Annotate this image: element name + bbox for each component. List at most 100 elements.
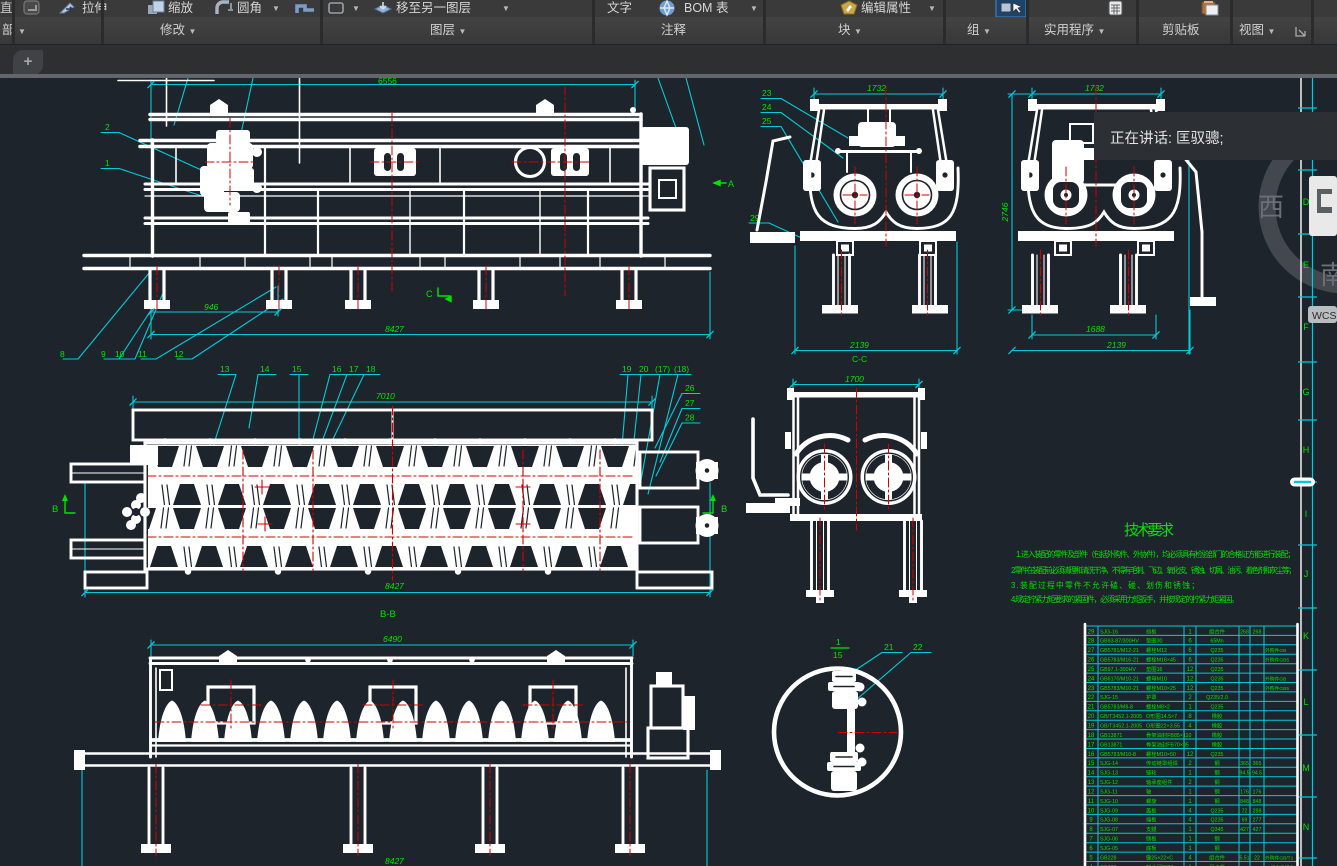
svg-text:1732: 1732 bbox=[867, 83, 886, 93]
svg-text:19: 19 bbox=[1088, 724, 1095, 730]
svg-text:GB5783/M10-21: GB5783/M10-21 bbox=[1100, 686, 1139, 692]
svg-text:橡胶: 橡胶 bbox=[1212, 712, 1223, 720]
svg-text:1: 1 bbox=[1188, 837, 1192, 843]
svg-text:1. 进入装配的零件及部件（包括外购件、外协件），均必须具有: 1. 进入装配的零件及部件（包括外购件、外协件），均必须具有检验部门的合格证方能… bbox=[1016, 549, 1295, 559]
svg-text:H: H bbox=[1303, 445, 1310, 455]
svg-text:12: 12 bbox=[1088, 789, 1095, 795]
svg-text:6: 6 bbox=[1188, 658, 1192, 664]
svg-text:钢: 钢 bbox=[1214, 835, 1219, 843]
svg-text:O形圈22×3.55: O形圈22×3.55 bbox=[1146, 722, 1180, 730]
svg-text:7: 7 bbox=[1089, 837, 1093, 843]
svg-text:15: 15 bbox=[1088, 761, 1095, 767]
svg-text:橡胶: 橡胶 bbox=[1212, 740, 1223, 748]
svg-text:8: 8 bbox=[1188, 714, 1192, 720]
svg-text:外购件GB: 外购件GB bbox=[1265, 647, 1286, 654]
svg-text:1: 1 bbox=[1188, 629, 1192, 635]
svg-text:Q235: Q235 bbox=[1211, 705, 1224, 711]
svg-text:A: A bbox=[728, 179, 734, 189]
svg-text:C: C bbox=[426, 289, 433, 299]
svg-text:J: J bbox=[1304, 569, 1309, 579]
svg-text:1: 1 bbox=[836, 637, 841, 647]
svg-text:B: B bbox=[721, 504, 727, 515]
svg-text:17: 17 bbox=[1088, 742, 1095, 748]
svg-text:WCS: WCS bbox=[1312, 310, 1337, 322]
svg-text:69: 69 bbox=[1242, 818, 1248, 824]
svg-text:8427: 8427 bbox=[385, 856, 404, 866]
svg-text:外购件GB: 外购件GB bbox=[1265, 675, 1286, 682]
svg-text:8: 8 bbox=[60, 349, 65, 359]
svg-text:15: 15 bbox=[292, 364, 302, 374]
svg-text:SJG-09: SJG-09 bbox=[1100, 808, 1118, 814]
svg-text:268: 268 bbox=[1240, 629, 1249, 635]
svg-text:2139: 2139 bbox=[1106, 340, 1126, 350]
svg-text:SJG-16: SJG-16 bbox=[1100, 629, 1118, 635]
svg-text:SJG-11: SJG-11 bbox=[1100, 789, 1118, 795]
svg-text:12: 12 bbox=[1187, 686, 1194, 692]
svg-text:轴承座组件: 轴承座组件 bbox=[1146, 778, 1173, 786]
svg-text:西: 西 bbox=[1258, 192, 1284, 222]
svg-text:4: 4 bbox=[1188, 724, 1192, 730]
svg-text:螺栓M8×2: 螺栓M8×2 bbox=[1146, 703, 1170, 711]
svg-text:传动链罩组焊: 传动链罩组焊 bbox=[1146, 759, 1178, 767]
svg-text:2: 2 bbox=[1188, 780, 1192, 786]
svg-text:25: 25 bbox=[762, 116, 772, 126]
svg-text:Q235: Q235 bbox=[1211, 676, 1224, 682]
svg-text:SJG-10: SJG-10 bbox=[1100, 799, 1118, 805]
svg-text:外购件GB5: 外购件GB5 bbox=[1265, 685, 1289, 692]
svg-text:94.5: 94.5 bbox=[1252, 771, 1262, 777]
svg-text:钢: 钢 bbox=[1214, 769, 1219, 777]
svg-text:10: 10 bbox=[115, 349, 125, 359]
svg-text:7010: 7010 bbox=[376, 391, 395, 401]
svg-text:SJG-15: SJG-15 bbox=[1100, 695, 1118, 701]
svg-text:4: 4 bbox=[1188, 818, 1192, 824]
svg-text:GB/T3452.1-2005: GB/T3452.1-2005 bbox=[1100, 724, 1142, 730]
svg-text:72: 72 bbox=[1242, 808, 1248, 814]
svg-text:65Mn: 65Mn bbox=[1210, 639, 1223, 645]
svg-text:13: 13 bbox=[220, 364, 230, 374]
svg-text:键25×22×C: 键25×22×C bbox=[1146, 853, 1173, 861]
svg-text:链轮: 链轮 bbox=[1146, 769, 1157, 777]
svg-text:B-B: B-B bbox=[380, 609, 396, 620]
svg-text:288: 288 bbox=[1253, 808, 1262, 814]
svg-text:14: 14 bbox=[260, 364, 270, 374]
svg-text:20: 20 bbox=[639, 364, 649, 374]
svg-text:橡胶: 橡胶 bbox=[1212, 722, 1223, 730]
svg-text:2139: 2139 bbox=[849, 340, 869, 350]
svg-text:外购件GB5: 外购件GB5 bbox=[1265, 657, 1289, 664]
svg-text:6: 6 bbox=[1089, 846, 1093, 852]
svg-text:28: 28 bbox=[1088, 639, 1095, 645]
svg-text:GB13871: GB13871 bbox=[1100, 733, 1122, 739]
svg-text:D: D bbox=[1303, 197, 1310, 207]
svg-text:钢: 钢 bbox=[1214, 778, 1219, 786]
svg-text:23: 23 bbox=[762, 88, 772, 98]
svg-text:4: 4 bbox=[1188, 855, 1192, 861]
svg-text:22: 22 bbox=[1254, 855, 1260, 861]
svg-text:垫圈16: 垫圈16 bbox=[1146, 665, 1163, 673]
svg-text:轴: 轴 bbox=[1146, 787, 1151, 795]
svg-text:钢: 钢 bbox=[1214, 844, 1219, 852]
svg-text:25: 25 bbox=[1088, 667, 1095, 673]
svg-text:6556: 6556 bbox=[378, 78, 397, 86]
svg-text:22: 22 bbox=[1088, 695, 1095, 701]
svg-text:螺栓M12: 螺栓M12 bbox=[1146, 646, 1167, 654]
svg-text:27: 27 bbox=[685, 398, 695, 408]
svg-text:GB5783/M8-8: GB5783/M8-8 bbox=[1100, 705, 1133, 711]
svg-text:G: G bbox=[1302, 387, 1309, 397]
svg-text:钢: 钢 bbox=[1214, 797, 1219, 805]
svg-text:E: E bbox=[1303, 260, 1309, 270]
svg-text:9: 9 bbox=[101, 349, 106, 359]
svg-text:端板: 端板 bbox=[1146, 816, 1157, 824]
svg-text:O形圈14.5×7: O形圈14.5×7 bbox=[1146, 712, 1177, 720]
svg-text:组合件: 组合件 bbox=[1209, 853, 1226, 861]
svg-text:外购件GB/T1: 外购件GB/T1 bbox=[1265, 854, 1294, 861]
svg-text:22: 22 bbox=[913, 642, 923, 652]
svg-text:B: B bbox=[52, 504, 58, 515]
svg-text:29: 29 bbox=[1088, 629, 1095, 635]
svg-text:GB5783/M10-8: GB5783/M10-8 bbox=[1100, 752, 1136, 758]
svg-text:1688: 1688 bbox=[1086, 324, 1105, 334]
svg-text:6490: 6490 bbox=[383, 634, 402, 644]
svg-text:Q235: Q235 bbox=[1211, 808, 1224, 814]
svg-text:27: 27 bbox=[1088, 648, 1095, 654]
svg-text:94.5: 94.5 bbox=[1239, 771, 1249, 777]
svg-text:Q235: Q235 bbox=[1211, 752, 1224, 758]
